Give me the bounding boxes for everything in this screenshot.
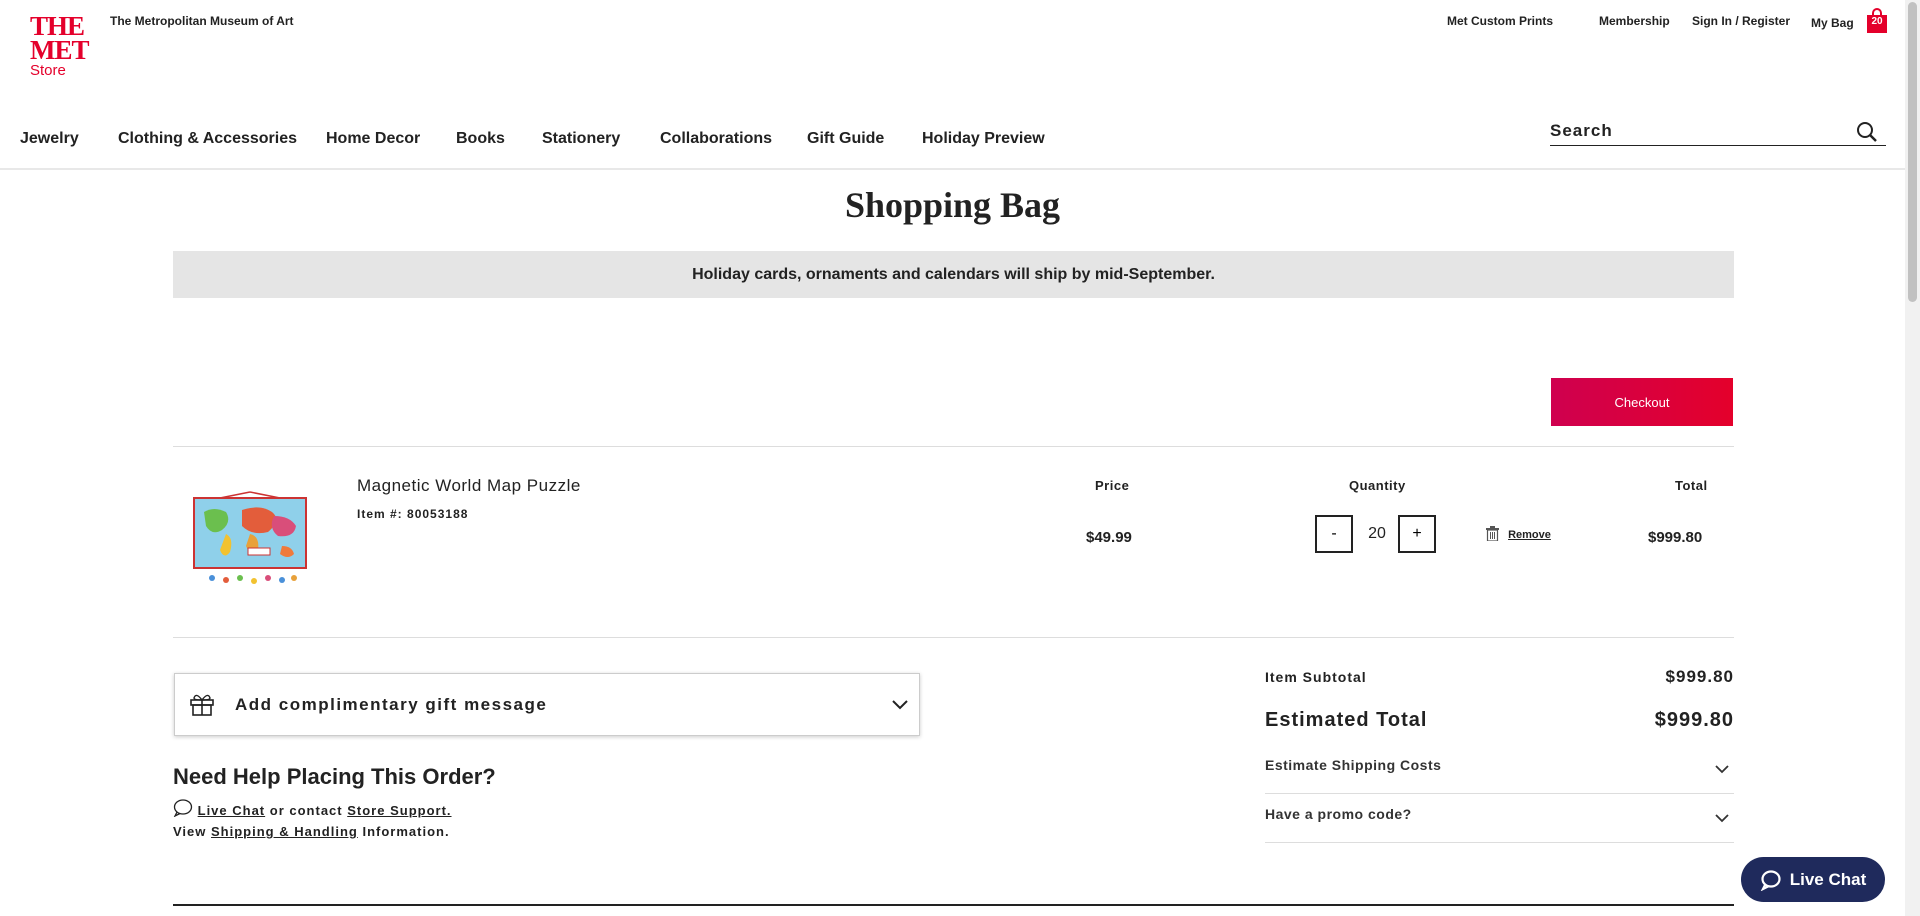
chevron-down-icon (1714, 810, 1730, 828)
footer-divider (173, 904, 1734, 906)
page-scrollbar[interactable] (1905, 0, 1920, 916)
estimated-total-label: Estimated Total (1265, 709, 1428, 731)
promo-code-toggle[interactable]: Have a promo code? (1265, 794, 1734, 843)
shipping-notice-banner: Holiday cards, ornaments and calendars w… (173, 251, 1734, 298)
search-input[interactable] (1550, 118, 1850, 144)
page-title: Shopping Bag (844, 185, 1061, 225)
remove-item-button[interactable]: Remove (1486, 526, 1551, 542)
store-support-link[interactable]: Store Support. (347, 803, 451, 818)
chat-bubble-icon (173, 799, 198, 818)
nav-gift-guide[interactable]: Gift Guide (807, 130, 884, 148)
nav-stationery[interactable]: Stationery (542, 130, 620, 148)
nav-collaborations[interactable]: Collaborations (660, 130, 772, 148)
view-text: View (173, 824, 207, 839)
membership-link[interactable]: Membership (1599, 14, 1670, 28)
estimate-shipping-toggle[interactable]: Estimate Shipping Costs (1265, 745, 1734, 794)
search-bar (1550, 118, 1886, 146)
quantity-input[interactable] (1356, 515, 1398, 553)
live-chat-link[interactable]: Live Chat (198, 803, 266, 818)
checkout-button[interactable]: Checkout (1551, 378, 1733, 426)
estimated-total-value: $999.80 (1654, 709, 1734, 731)
live-chat-button[interactable]: Live Chat (1741, 857, 1885, 902)
quantity-increase-button[interactable]: + (1398, 515, 1436, 553)
scrollbar-thumb[interactable] (1908, 2, 1917, 302)
promo-code-label: Have a promo code? (1265, 806, 1412, 822)
live-chat-button-label: Live Chat (1789, 869, 1867, 889)
quantity-decrease-button[interactable]: - (1315, 515, 1353, 553)
item-subtotal-label: Item Subtotal (1265, 669, 1367, 685)
cart-top-divider (173, 446, 1734, 447)
gift-message-toggle[interactable]: Add complimentary gift message (174, 673, 920, 736)
nav-home-decor[interactable]: Home Decor (326, 130, 420, 148)
gift-icon (189, 692, 215, 721)
met-custom-prints-link[interactable]: Met Custom Prints (1447, 14, 1553, 28)
cart-bottom-divider (173, 637, 1734, 638)
or-contact-text: or contact (269, 803, 343, 818)
quantity-column-header: Quantity (1349, 478, 1406, 493)
bag-count-badge: 20 (1871, 16, 1883, 27)
museum-name-link[interactable]: The Metropolitan Museum of Art (110, 14, 294, 28)
header-divider (0, 168, 1905, 170)
product-name-link[interactable]: Magnetic World Map Puzzle (357, 476, 581, 496)
chat-icon (1760, 869, 1781, 891)
information-text: Information. (362, 824, 450, 839)
product-image[interactable] (190, 490, 310, 590)
nav-books[interactable]: Books (456, 130, 505, 148)
my-bag-link[interactable]: My Bag (1811, 16, 1854, 30)
estimate-shipping-label: Estimate Shipping Costs (1265, 757, 1442, 773)
gift-message-label: Add complimentary gift message (235, 695, 548, 714)
help-title: Need Help Placing This Order? (173, 764, 496, 789)
nav-holiday-preview[interactable]: Holiday Preview (922, 130, 1045, 148)
trash-icon (1486, 526, 1499, 542)
shipping-handling-link[interactable]: Shipping & Handling (211, 824, 358, 839)
shopping-bag-icon[interactable]: 20 (1866, 8, 1888, 34)
item-price: $49.99 (1086, 529, 1132, 546)
chevron-down-icon (891, 698, 909, 716)
nav-clothing-accessories[interactable]: Clothing & Accessories (118, 130, 297, 148)
item-number-label: Item #: (357, 507, 403, 521)
total-column-header: Total (1675, 478, 1708, 493)
nav-jewelry[interactable]: Jewelry (20, 130, 79, 148)
help-shipping-line: View Shipping & Handling Information. (173, 824, 450, 839)
remove-label: Remove (1508, 529, 1551, 541)
product-item-number: Item #: 80053188 (357, 507, 468, 521)
chevron-down-icon (1714, 761, 1730, 779)
search-icon[interactable] (1856, 121, 1878, 148)
item-number-value: 80053188 (407, 507, 469, 521)
met-store-logo[interactable]: THE MET Store (30, 13, 90, 82)
logo-met: MET (30, 35, 90, 65)
item-subtotal-value: $999.80 (1665, 667, 1734, 686)
item-total: $999.80 (1648, 529, 1703, 546)
price-column-header: Price (1095, 478, 1130, 493)
sign-in-register-link[interactable]: Sign In / Register (1692, 14, 1790, 28)
help-chat-line: Live Chat or contact Store Support. (173, 799, 452, 818)
